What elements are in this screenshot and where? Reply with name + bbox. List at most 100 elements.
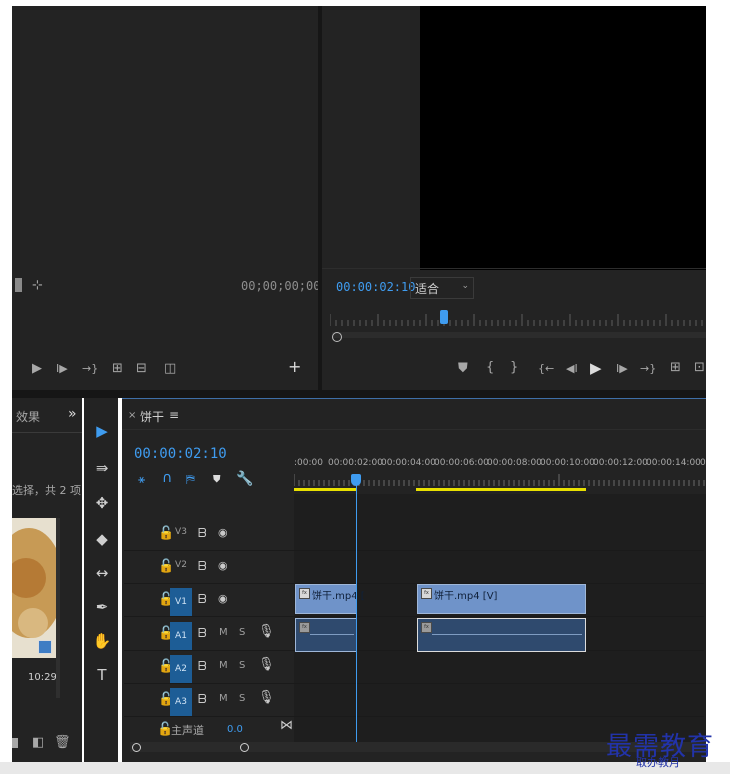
zoom-scrollbar[interactable] (332, 332, 706, 338)
solo-button[interactable]: S (239, 693, 245, 704)
new-bin-icon[interactable]: ◧ (32, 736, 44, 750)
go-to-out-icon[interactable]: →} (82, 362, 98, 376)
microphone-icon[interactable]: 🎙 (258, 657, 275, 672)
play-button[interactable]: ▶ (590, 361, 602, 376)
sync-lock-icon[interactable]: ᗷ (198, 559, 207, 574)
step-back-icon[interactable]: ◀I (566, 362, 578, 376)
mark-out-icon[interactable]: } (510, 361, 518, 375)
work-area-bar-2[interactable] (416, 488, 586, 491)
solo-button[interactable]: S (239, 660, 245, 671)
eye-icon[interactable]: ◉ (218, 559, 228, 572)
microphone-icon[interactable]: 🎙 (258, 624, 275, 639)
timeline-close-icon[interactable]: × (128, 410, 136, 421)
video-clip[interactable]: fx 饼干.mp4 [V] (417, 584, 586, 614)
sync-lock-icon[interactable]: ᗷ (198, 626, 207, 641)
list-view-icon[interactable] (12, 738, 18, 748)
track-row-v1[interactable]: 🔓 V1 ᗷ ◉ (124, 584, 704, 617)
clip-name: 饼干.mp4 [V] (434, 591, 498, 602)
track-row-a2[interactable]: 🔓 A2 ᗷ M S 🎙 (124, 651, 704, 684)
linked-selection-icon[interactable]: ⛿ (186, 472, 195, 486)
type-tool-icon[interactable]: T (88, 666, 116, 684)
microphone-icon[interactable]: 🎙 (258, 690, 275, 705)
extract-icon[interactable]: ⊡ (694, 361, 705, 375)
source-monitor-panel: ⊹ 00;00;00;00 ▶ I▶ →} ⊞ ⊟ ◫ + (12, 6, 320, 390)
video-clip[interactable]: fx 饼干.mp4 [ (295, 584, 365, 614)
magnet-icon[interactable]: ∩ (162, 471, 172, 485)
track-label[interactable]: V1 (170, 588, 192, 616)
timeline-playhead[interactable] (351, 474, 361, 486)
sync-lock-icon[interactable]: ᗷ (198, 526, 207, 541)
effects-tab[interactable]: 效果 (16, 408, 40, 425)
program-playhead[interactable] (440, 310, 448, 324)
audio-clip[interactable]: fx (417, 618, 586, 652)
solo-button[interactable]: S (239, 627, 245, 638)
scroll-handle-left[interactable] (132, 743, 141, 752)
selection-tool-icon[interactable]: ▶ (88, 422, 116, 440)
go-to-in-icon[interactable]: {← (538, 362, 554, 376)
sequence-menu-icon[interactable]: ≡ (169, 408, 179, 422)
track-label[interactable]: A3 (170, 688, 192, 716)
overwrite-icon[interactable]: ⊟ (136, 362, 147, 376)
track-row-v3[interactable]: 🔓 V3 ᗷ ◉ (124, 518, 704, 551)
menu-icon[interactable] (15, 278, 22, 292)
program-timecode[interactable]: 00:00:02:10 (336, 280, 415, 294)
thumb-scroll-track[interactable] (56, 518, 60, 698)
track-row-a1[interactable]: 🔓 A1 ᗷ M S 🎙 (124, 618, 704, 651)
lift-icon[interactable]: ⊞ (670, 361, 681, 375)
eye-icon[interactable]: ◉ (218, 592, 228, 605)
master-volume-value[interactable]: 0.0 (227, 724, 243, 735)
mute-button[interactable]: M (219, 660, 228, 671)
razor-tool-icon[interactable]: ◆ (88, 530, 116, 548)
clip-thumbnail[interactable] (12, 518, 56, 658)
timeline-timecode[interactable]: 00:00:02:10 (134, 446, 227, 462)
sync-lock-icon[interactable]: ᗷ (198, 692, 207, 707)
step-forward-icon[interactable]: I▶ (56, 362, 68, 376)
export-frame-icon[interactable]: ◫ (164, 362, 176, 376)
add-button-icon[interactable]: + (288, 359, 301, 375)
delete-icon[interactable]: 🗑 (54, 736, 71, 750)
step-forward-icon[interactable]: I▶ (616, 362, 628, 376)
tab-divider (12, 432, 82, 433)
audio-clip[interactable]: fx (295, 618, 357, 652)
clip-type-badge-icon (38, 640, 52, 654)
wrench-icon[interactable]: 🔧 (236, 472, 253, 486)
add-marker-icon[interactable]: ⛊ (213, 473, 221, 487)
zoom-handle[interactable] (332, 332, 342, 342)
track-label[interactable]: V2 (170, 560, 192, 584)
track-label[interactable]: V3 (170, 527, 192, 551)
ruler-tick-label: 00:00:08:00 (487, 458, 542, 468)
eye-icon[interactable]: ◉ (218, 526, 228, 539)
sync-lock-icon[interactable]: ᗷ (198, 659, 207, 674)
thumbnail-duration: 10:29 (28, 672, 57, 683)
add-marker-icon[interactable]: ⛊ (458, 362, 468, 376)
sequence-tab[interactable]: 饼干 (140, 408, 164, 425)
track-select-forward-icon[interactable]: ⇛ (88, 459, 116, 477)
sync-lock-icon[interactable]: ᗷ (198, 592, 207, 607)
mute-button[interactable]: M (219, 693, 228, 704)
fit-select[interactable]: 适合 ⌄ (410, 277, 474, 299)
scroll-handle-right[interactable] (240, 743, 249, 752)
hand-tool-icon[interactable]: ✋ (88, 632, 116, 650)
mute-button[interactable]: M (219, 627, 228, 638)
track-label[interactable]: A1 (170, 622, 192, 650)
slip-tool-icon[interactable]: ↔ (88, 564, 116, 582)
panel-overflow-icon[interactable]: » (68, 406, 77, 422)
mark-in-icon[interactable]: { (486, 361, 494, 375)
track-label[interactable]: A2 (170, 655, 192, 683)
ruler-tick-label: 00:00:06:00 (434, 458, 489, 468)
insert-marker-icon[interactable]: ⊹ (32, 279, 43, 293)
program-mini-ruler[interactable] (330, 312, 706, 328)
go-to-end-icon[interactable]: ⋈ (280, 718, 293, 733)
program-monitor-panel: 00:00:02:10 适合 ⌄ ⛊ { } {← ◀I ▶ I▶ →} ⊞ ⊡ (322, 6, 706, 390)
ripple-edit-icon[interactable]: ✥ (88, 494, 116, 512)
snap-icon[interactable]: ⚹ (138, 472, 145, 486)
panel-divider-horizontal[interactable] (12, 390, 706, 398)
track-row-a3[interactable]: 🔓 A3 ᗷ M S 🎙 (124, 684, 704, 717)
insert-icon[interactable]: ⊞ (112, 362, 123, 376)
go-to-out-icon[interactable]: →} (640, 362, 656, 376)
play-button[interactable]: ▶ (32, 362, 42, 376)
pen-tool-icon[interactable]: ✒ (88, 598, 116, 616)
track-row-v2[interactable]: 🔓 V2 ᗷ ◉ (124, 551, 704, 584)
effects-panel: 效果 » 选择，共 2 项 10:29 ◧ 🗑 (12, 398, 82, 762)
work-area-bar-1[interactable] (294, 488, 356, 491)
